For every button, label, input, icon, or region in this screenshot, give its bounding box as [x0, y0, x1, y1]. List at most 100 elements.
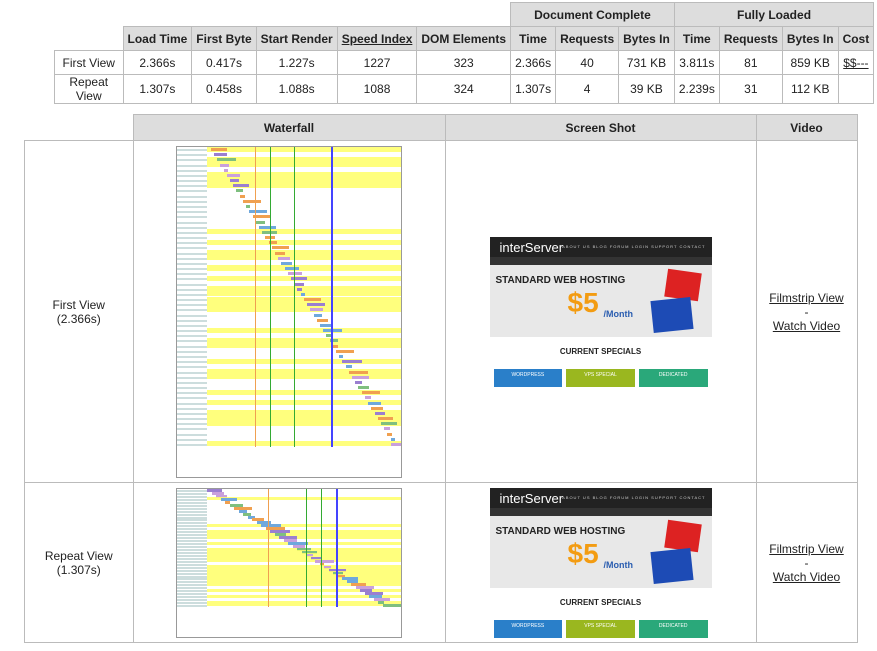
cost-link[interactable]: $$---	[837, 50, 875, 75]
waterfall-highlight	[207, 229, 401, 235]
document-complete-header: Document Complete	[510, 2, 675, 27]
table-row: First View 2.366s 0.417s 1.227s 1227 323…	[54, 50, 875, 75]
waterfall-request-bar	[382, 604, 401, 608]
summary-table: Document Complete Fully Loaded Load Time…	[54, 2, 875, 104]
waterfall-url-label	[177, 319, 207, 322]
screenshot-specials: CURRENT SPECIALS	[559, 346, 642, 356]
table-cell: 0.417s	[191, 50, 257, 75]
waterfall-url-label	[177, 537, 207, 540]
waterfall-chart-repeat-view[interactable]	[176, 487, 402, 638]
waterfall-request-bar	[323, 329, 343, 333]
waterfall-chart-first-view[interactable]	[176, 145, 402, 478]
waterfall-url-label	[177, 237, 207, 240]
table-cell: 1.088s	[255, 74, 338, 104]
waterfall-url-label	[177, 304, 207, 307]
first-view-row: First View (2.366s) interServer ABOUT US …	[24, 140, 858, 483]
table-cell: 323	[416, 50, 512, 75]
waterfall-highlight	[207, 603, 401, 607]
waterfall-url-label	[177, 324, 207, 327]
waterfall-url-label	[177, 180, 207, 183]
waterfall-request-bar	[281, 261, 292, 265]
waterfall-highlight	[207, 358, 401, 364]
waterfall-cell	[132, 482, 446, 643]
waterfall-url-label	[177, 361, 207, 364]
waterfall-url-label	[177, 596, 207, 599]
waterfall-highlight	[207, 420, 401, 426]
waterfall-url-label	[177, 247, 207, 250]
waterfall-request-bar	[303, 298, 322, 302]
col-load-time: Load Time	[122, 26, 193, 51]
puzzle-red-icon	[663, 519, 702, 552]
table-cell: 859 KB	[781, 50, 839, 75]
waterfall-timing-line	[267, 488, 269, 607]
waterfall-url-label	[177, 519, 207, 522]
waterfall-url-label	[177, 252, 207, 255]
table-cell: 1.307s	[122, 74, 193, 104]
waterfall-request-bar	[239, 194, 246, 198]
waterfall-highlight	[207, 559, 401, 563]
waterfall-request-bar	[380, 422, 398, 426]
waterfall-url-label	[177, 335, 207, 338]
waterfall-request-bar	[374, 411, 385, 415]
screenshot-price: $5	[567, 537, 599, 569]
waterfall-timing-line	[269, 146, 271, 447]
waterfall-url-label	[177, 578, 207, 581]
filmstrip-view-link[interactable]: Filmstrip View	[769, 291, 843, 305]
waterfall-highlight	[207, 441, 401, 447]
waterfall-timing-line	[254, 146, 256, 447]
col-full-bytes: Bytes In	[781, 26, 839, 51]
waterfall-request-bar	[371, 406, 383, 410]
waterfall-url-label	[177, 566, 207, 569]
screenshot-repeat-view[interactable]: interServer ABOUT US BLOG FORUM LOGIN SUP…	[489, 487, 712, 638]
waterfall-request-bar	[223, 168, 229, 172]
waterfall-request-bar	[294, 282, 305, 286]
waterfall-url-label	[177, 216, 207, 219]
first-view-time: (2.366s)	[56, 311, 101, 326]
waterfall-highlight	[207, 162, 401, 168]
waterfall-url-label	[177, 543, 207, 546]
waterfall-url-label	[177, 154, 207, 157]
waterfall-timing-line	[336, 488, 339, 607]
waterfall-url-label	[177, 242, 207, 245]
waterfall-request-bar	[384, 427, 390, 431]
table-row: Repeat View 1.307s 0.458s 1.088s 1088 32…	[54, 74, 875, 104]
waterfall-highlight	[207, 343, 401, 349]
watch-video-link[interactable]: Watch Video	[773, 319, 840, 333]
filmstrip-view-link[interactable]: Filmstrip View	[769, 542, 843, 556]
waterfall-request-bar	[291, 277, 307, 281]
waterfall-request-bar	[217, 158, 237, 162]
waterfall-cell	[132, 140, 446, 483]
summary-corner	[54, 26, 123, 51]
row-label: First View (2.366s)	[24, 140, 134, 483]
waterfall-url-label	[177, 528, 207, 531]
waterfall-url-label	[177, 387, 207, 390]
video-header: Video	[755, 114, 858, 141]
waterfall-url-label	[177, 185, 207, 188]
waterfall-url-label	[177, 423, 207, 426]
waterfall-url-label	[177, 522, 207, 525]
waterfall-request-bar	[315, 559, 334, 563]
waterfall-url-label	[177, 489, 207, 492]
waterfall-url-label	[177, 262, 207, 265]
table-cell: 112 KB	[781, 74, 839, 104]
table-cell: 39 KB	[618, 74, 675, 104]
table-cell: 731 KB	[618, 50, 675, 75]
waterfall-url-label	[177, 397, 207, 400]
waterfall-request-bar	[278, 256, 290, 260]
waterfall-request-bar	[339, 354, 344, 358]
waterfall-url-label	[177, 205, 207, 208]
waterfall-url-label	[177, 587, 207, 590]
waterfall-request-bar	[307, 303, 326, 307]
screenshot-headline: STANDARD WEB HOSTING	[495, 274, 626, 286]
waterfall-highlight	[207, 146, 401, 152]
waterfall-url-label	[177, 330, 207, 333]
col-speed-index-link[interactable]: Speed Index	[336, 26, 418, 51]
card-dedicated: DEDICATED	[638, 368, 708, 387]
screenshot-first-view[interactable]: interServer ABOUT US BLOG FORUM LOGIN SUP…	[489, 236, 712, 387]
waterfall-request-bar	[255, 220, 266, 224]
waterfall-highlight	[207, 327, 401, 333]
watch-video-link[interactable]: Watch Video	[773, 570, 840, 584]
col-first-byte: First Byte	[191, 26, 257, 51]
waterfall-url-label	[177, 602, 207, 605]
row-label: Repeat View (1.307s)	[24, 482, 134, 643]
